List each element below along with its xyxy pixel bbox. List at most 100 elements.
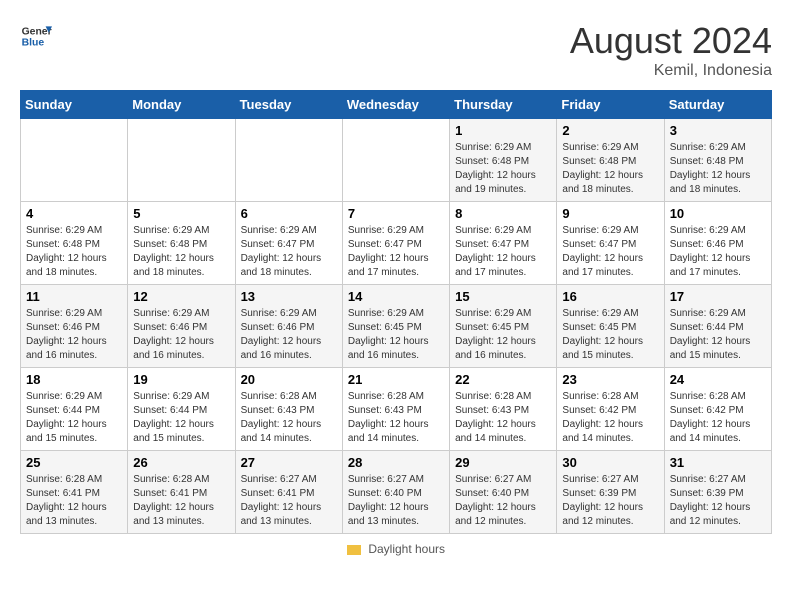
logo-icon: General Blue xyxy=(20,20,52,52)
day-number: 7 xyxy=(348,206,444,221)
table-row: 12 Sunrise: 6:29 AM Sunset: 6:46 PM Dayli… xyxy=(128,285,235,368)
day-number: 12 xyxy=(133,289,229,304)
table-row: 11 Sunrise: 6:29 AM Sunset: 6:46 PM Dayli… xyxy=(21,285,128,368)
calendar-week-row: 1 Sunrise: 6:29 AM Sunset: 6:48 PM Daylig… xyxy=(21,119,772,202)
table-row: 6 Sunrise: 6:29 AM Sunset: 6:47 PM Daylig… xyxy=(235,202,342,285)
calendar-week-row: 18 Sunrise: 6:29 AM Sunset: 6:44 PM Dayli… xyxy=(21,368,772,451)
table-row: 15Sunrise: 6:29 AM Sunset: 6:45 PM Dayli… xyxy=(450,285,557,368)
day-number: 22 xyxy=(455,372,551,387)
day-number: 1 xyxy=(455,123,551,138)
day-info: Sunrise: 6:29 AM Sunset: 6:44 PM Dayligh… xyxy=(670,307,766,363)
day-info: Sunrise: 6:27 AM Sunset: 6:40 PM Dayligh… xyxy=(348,473,444,529)
calendar-week-row: 25 Sunrise: 6:28 AM Sunset: 6:41 PM Dayli… xyxy=(21,451,772,534)
day-number: 11 xyxy=(26,289,122,304)
table-row: 5 Sunrise: 6:29 AM Sunset: 6:48 PM Daylig… xyxy=(128,202,235,285)
brand-logo: General Blue xyxy=(20,20,52,52)
table-row: 2 Sunrise: 6:29 AM Sunset: 6:48 PM Daylig… xyxy=(557,119,664,202)
day-info: Sunrise: 6:28 AM Sunset: 6:41 PM Dayligh… xyxy=(26,473,122,529)
day-number: 4 xyxy=(26,206,122,221)
svg-text:Blue: Blue xyxy=(22,38,45,49)
day-number: 20 xyxy=(241,372,337,387)
table-row: 31Sunrise: 6:27 AM Sunset: 6:39 PM Dayli… xyxy=(664,451,771,534)
day-info: Sunrise: 6:27 AM Sunset: 6:39 PM Dayligh… xyxy=(562,473,658,529)
table-row: 21Sunrise: 6:28 AM Sunset: 6:43 PM Dayli… xyxy=(342,368,449,451)
day-info: Sunrise: 6:28 AM Sunset: 6:42 PM Dayligh… xyxy=(562,390,658,446)
footer: Daylight hours xyxy=(20,542,772,556)
day-info: Sunrise: 6:29 AM Sunset: 6:47 PM Dayligh… xyxy=(455,224,551,280)
day-info: Sunrise: 6:29 AM Sunset: 6:45 PM Dayligh… xyxy=(455,307,551,363)
table-row xyxy=(128,119,235,202)
day-info: Sunrise: 6:28 AM Sunset: 6:43 PM Dayligh… xyxy=(455,390,551,446)
table-row xyxy=(342,119,449,202)
col-sunday: Sunday xyxy=(21,91,128,119)
day-number: 6 xyxy=(241,206,337,221)
day-info: Sunrise: 6:29 AM Sunset: 6:47 PM Dayligh… xyxy=(241,224,337,280)
day-info: Sunrise: 6:29 AM Sunset: 6:46 PM Dayligh… xyxy=(133,307,229,363)
table-row: 10 Sunrise: 6:29 AM Sunset: 6:46 PM Dayli… xyxy=(664,202,771,285)
footer-label: Daylight hours xyxy=(368,542,445,556)
day-number: 5 xyxy=(133,206,229,221)
day-number: 14 xyxy=(348,289,444,304)
day-info: Sunrise: 6:29 AM Sunset: 6:47 PM Dayligh… xyxy=(562,224,658,280)
location-subtitle: Kemil, Indonesia xyxy=(570,62,772,80)
table-row: 28 Sunrise: 6:27 AM Sunset: 6:40 PM Dayli… xyxy=(342,451,449,534)
table-row: 25 Sunrise: 6:28 AM Sunset: 6:41 PM Dayli… xyxy=(21,451,128,534)
table-row: 30 Sunrise: 6:27 AM Sunset: 6:39 PM Dayli… xyxy=(557,451,664,534)
day-number: 26 xyxy=(133,455,229,470)
table-row: 4 Sunrise: 6:29 AM Sunset: 6:48 PM Daylig… xyxy=(21,202,128,285)
table-row: 9Sunrise: 6:29 AM Sunset: 6:47 PM Daylig… xyxy=(557,202,664,285)
table-row xyxy=(235,119,342,202)
day-info: Sunrise: 6:29 AM Sunset: 6:46 PM Dayligh… xyxy=(670,224,766,280)
table-row: 29 Sunrise: 6:27 AM Sunset: 6:40 PM Dayli… xyxy=(450,451,557,534)
table-row: 18 Sunrise: 6:29 AM Sunset: 6:44 PM Dayli… xyxy=(21,368,128,451)
calendar-week-row: 11 Sunrise: 6:29 AM Sunset: 6:46 PM Dayli… xyxy=(21,285,772,368)
day-number: 28 xyxy=(348,455,444,470)
day-info: Sunrise: 6:29 AM Sunset: 6:48 PM Dayligh… xyxy=(562,141,658,197)
day-number: 21 xyxy=(348,372,444,387)
calendar-table: Sunday Monday Tuesday Wednesday Thursday… xyxy=(20,90,772,534)
day-number: 10 xyxy=(670,206,766,221)
day-number: 25 xyxy=(26,455,122,470)
table-row: 22 Sunrise: 6:28 AM Sunset: 6:43 PM Dayli… xyxy=(450,368,557,451)
day-info: Sunrise: 6:29 AM Sunset: 6:44 PM Dayligh… xyxy=(26,390,122,446)
day-info: Sunrise: 6:29 AM Sunset: 6:48 PM Dayligh… xyxy=(455,141,551,197)
table-row: 7Sunrise: 6:29 AM Sunset: 6:47 PM Daylig… xyxy=(342,202,449,285)
day-number: 2 xyxy=(562,123,658,138)
day-info: Sunrise: 6:29 AM Sunset: 6:46 PM Dayligh… xyxy=(241,307,337,363)
day-info: Sunrise: 6:27 AM Sunset: 6:39 PM Dayligh… xyxy=(670,473,766,529)
calendar-week-row: 4 Sunrise: 6:29 AM Sunset: 6:48 PM Daylig… xyxy=(21,202,772,285)
day-number: 30 xyxy=(562,455,658,470)
table-row: 26 Sunrise: 6:28 AM Sunset: 6:41 PM Dayli… xyxy=(128,451,235,534)
day-info: Sunrise: 6:29 AM Sunset: 6:48 PM Dayligh… xyxy=(133,224,229,280)
table-row: 13 Sunrise: 6:29 AM Sunset: 6:46 PM Dayli… xyxy=(235,285,342,368)
day-info: Sunrise: 6:29 AM Sunset: 6:48 PM Dayligh… xyxy=(670,141,766,197)
table-row: 27Sunrise: 6:27 AM Sunset: 6:41 PM Dayli… xyxy=(235,451,342,534)
day-info: Sunrise: 6:29 AM Sunset: 6:46 PM Dayligh… xyxy=(26,307,122,363)
table-row: 23 Sunrise: 6:28 AM Sunset: 6:42 PM Dayli… xyxy=(557,368,664,451)
day-number: 8 xyxy=(455,206,551,221)
day-info: Sunrise: 6:27 AM Sunset: 6:40 PM Dayligh… xyxy=(455,473,551,529)
table-row: 20Sunrise: 6:28 AM Sunset: 6:43 PM Dayli… xyxy=(235,368,342,451)
table-row: 8 Sunrise: 6:29 AM Sunset: 6:47 PM Daylig… xyxy=(450,202,557,285)
day-number: 29 xyxy=(455,455,551,470)
day-number: 23 xyxy=(562,372,658,387)
day-number: 18 xyxy=(26,372,122,387)
table-row: 14Sunrise: 6:29 AM Sunset: 6:45 PM Dayli… xyxy=(342,285,449,368)
col-saturday: Saturday xyxy=(664,91,771,119)
day-number: 16 xyxy=(562,289,658,304)
day-number: 3 xyxy=(670,123,766,138)
table-row: 19Sunrise: 6:29 AM Sunset: 6:44 PM Dayli… xyxy=(128,368,235,451)
day-number: 19 xyxy=(133,372,229,387)
col-tuesday: Tuesday xyxy=(235,91,342,119)
col-friday: Friday xyxy=(557,91,664,119)
table-row: 17 Sunrise: 6:29 AM Sunset: 6:44 PM Dayli… xyxy=(664,285,771,368)
day-info: Sunrise: 6:28 AM Sunset: 6:41 PM Dayligh… xyxy=(133,473,229,529)
calendar-header-row: Sunday Monday Tuesday Wednesday Thursday… xyxy=(21,91,772,119)
day-number: 17 xyxy=(670,289,766,304)
day-number: 13 xyxy=(241,289,337,304)
day-info: Sunrise: 6:29 AM Sunset: 6:45 PM Dayligh… xyxy=(562,307,658,363)
title-block: August 2024 Kemil, Indonesia xyxy=(570,20,772,80)
day-info: Sunrise: 6:29 AM Sunset: 6:48 PM Dayligh… xyxy=(26,224,122,280)
page-header: General Blue August 2024 Kemil, Indonesi… xyxy=(20,20,772,80)
col-thursday: Thursday xyxy=(450,91,557,119)
